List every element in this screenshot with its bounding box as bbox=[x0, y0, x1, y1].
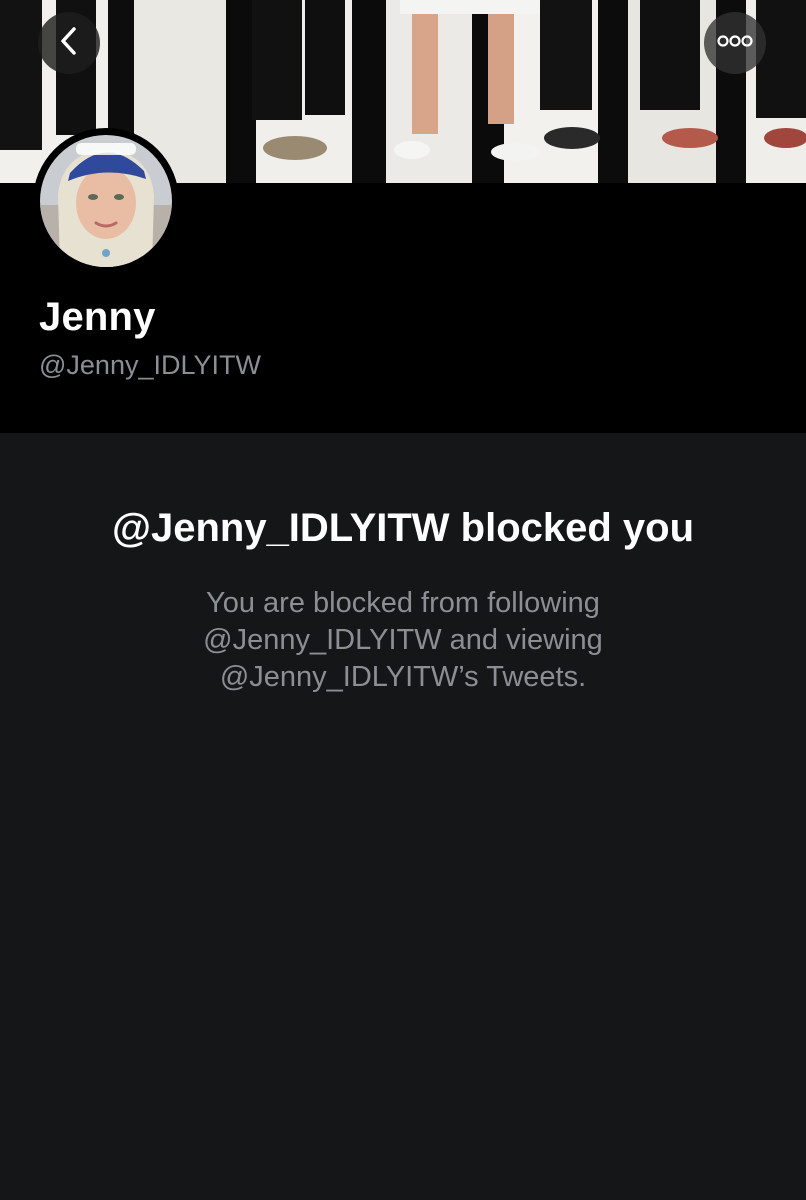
display-name: Jenny bbox=[39, 295, 156, 339]
more-options-button[interactable] bbox=[704, 12, 766, 74]
more-horizontal-icon bbox=[717, 34, 753, 53]
user-handle: @Jenny_IDLYITW bbox=[39, 350, 261, 380]
avatar-image bbox=[40, 135, 172, 267]
blocked-title: @Jenny_IDLYITW blocked you bbox=[111, 506, 695, 550]
chevron-left-icon bbox=[56, 25, 82, 62]
blocked-description: You are blocked from following @Jenny_ID… bbox=[203, 587, 603, 693]
avatar[interactable] bbox=[33, 128, 179, 274]
back-button[interactable] bbox=[38, 12, 100, 74]
